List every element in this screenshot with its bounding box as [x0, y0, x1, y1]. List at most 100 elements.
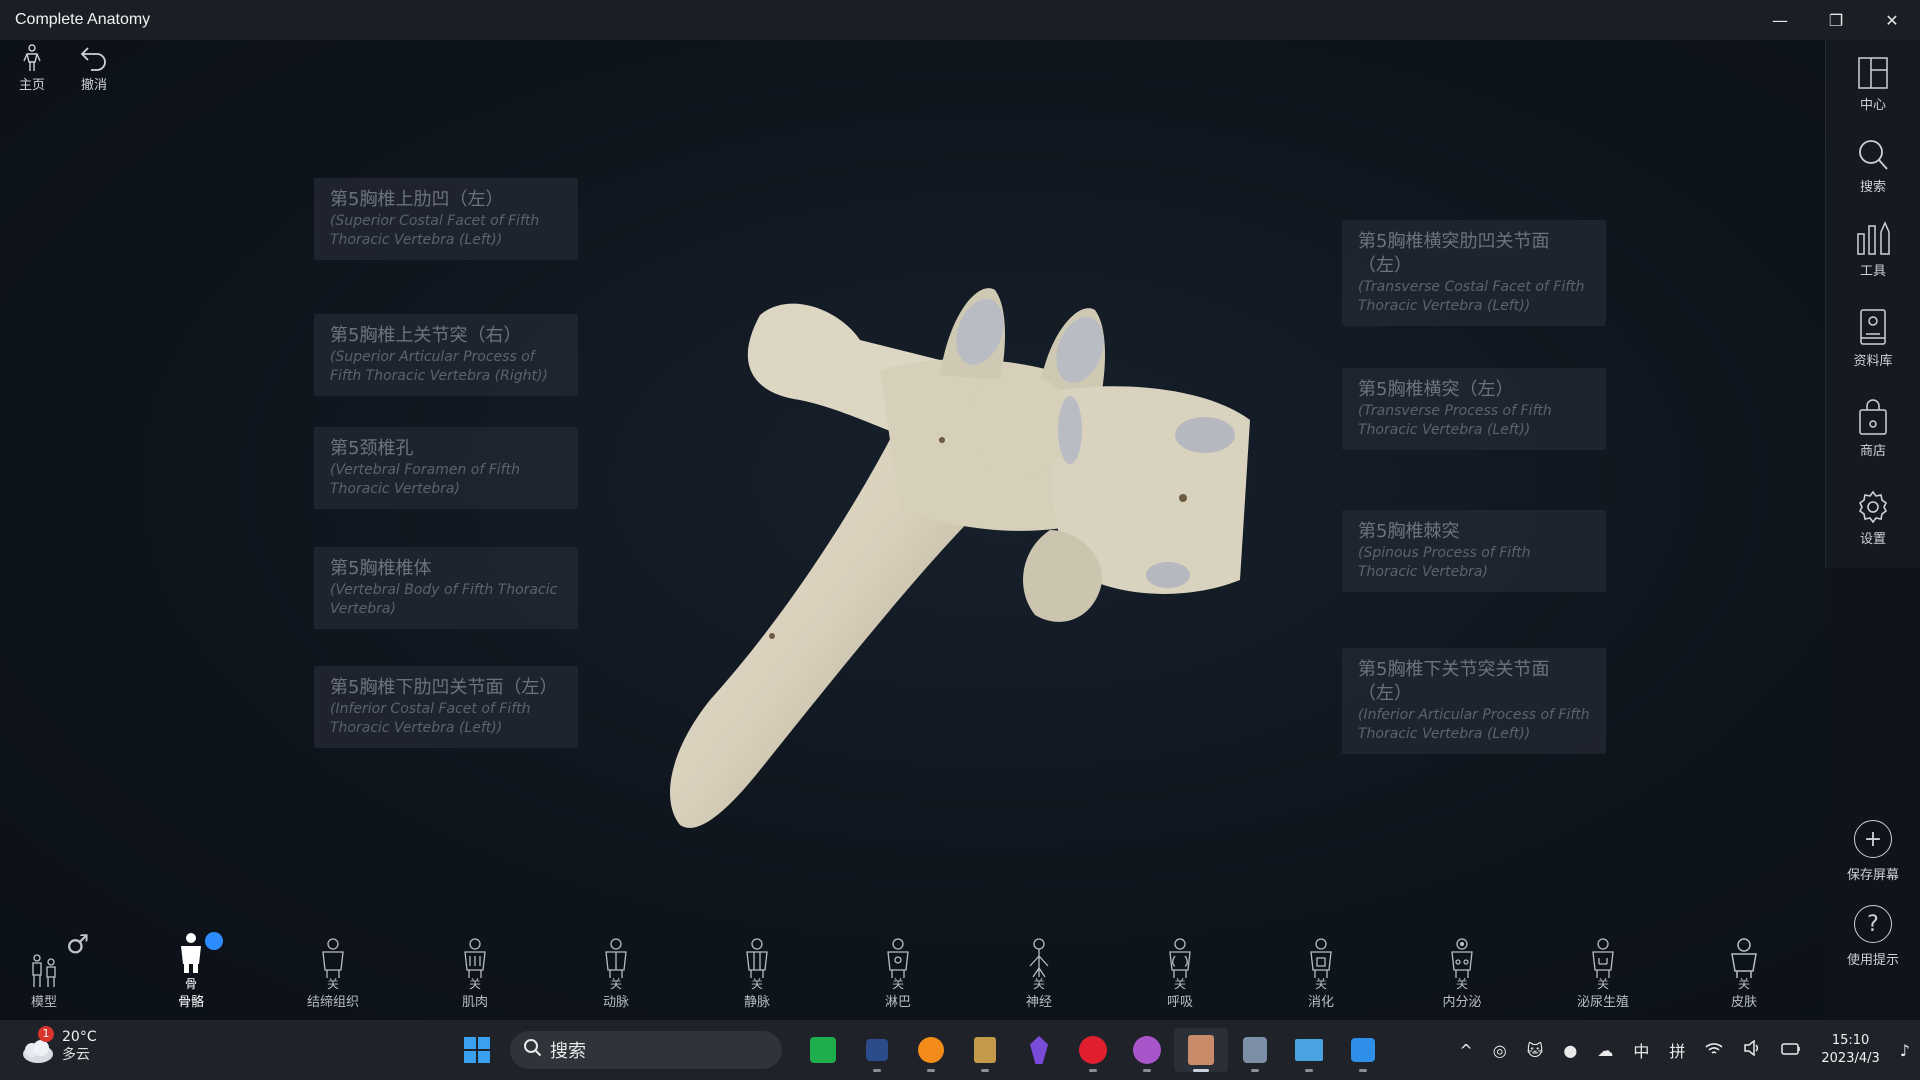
spreadsheet-app-icon[interactable]: [796, 1028, 850, 1072]
wifi-icon[interactable]: [1705, 1041, 1723, 1060]
league-app-icon[interactable]: [958, 1028, 1012, 1072]
g-app-icon[interactable]: [904, 1028, 958, 1072]
system-label: 消化: [1307, 995, 1334, 1010]
system-connective-tissue[interactable]: 关 结缔组织: [283, 938, 383, 1010]
muscles-icon: [464, 938, 486, 978]
store-button[interactable]: 商店: [1826, 398, 1920, 459]
human-figure-icon: [23, 44, 41, 71]
system-muscles[interactable]: 关 肌肉: [425, 938, 525, 1010]
complete-anatomy-app-icon[interactable]: [1174, 1028, 1228, 1072]
system-skin[interactable]: 关 皮肤: [1694, 938, 1794, 1010]
label-english: (Vertebral Body of Fifth Thoracic Verteb…: [330, 582, 558, 617]
ime-chinese-indicator[interactable]: 中: [1633, 1038, 1649, 1062]
top-left-toolbar: 主页 撤消: [12, 44, 114, 93]
structure-label-left-2[interactable]: 第5胸椎上关节突（右） (Superior Articular Process …: [314, 314, 578, 396]
penguin-tray-icon[interactable]: ●: [1563, 1041, 1577, 1060]
male-gender-icon[interactable]: ♂: [66, 930, 89, 960]
library-button[interactable]: 资料库: [1826, 308, 1920, 369]
chevron-up-icon[interactable]: ^: [1459, 1041, 1472, 1060]
system-tray: ^ ◎ 🐱 ● ☁ 中 拼 15:10 2023/4/3 ♪: [1449, 1020, 1920, 1080]
start-button[interactable]: [450, 1028, 504, 1072]
volume-icon[interactable]: [1743, 1039, 1761, 1060]
label-chinese: 第5胸椎上关节突（右）: [330, 325, 522, 346]
tools-button[interactable]: 工具: [1826, 220, 1920, 279]
store-label: 商店: [1859, 444, 1886, 459]
digestive-icon: [1310, 938, 1332, 978]
game-app-icon[interactable]: [850, 1028, 904, 1072]
store-icon: [1859, 399, 1887, 435]
undo-button[interactable]: 撤消: [74, 44, 114, 93]
system-label: 骨骼: [177, 995, 204, 1010]
system-digestive[interactable]: 关 消化: [1271, 938, 1371, 1010]
search-label: 搜索: [1859, 180, 1886, 195]
structure-label-right-4[interactable]: 第5胸椎下关节突关节面（左） (Inferior Articular Proce…: [1342, 648, 1606, 754]
system-label: 皮肤: [1730, 995, 1757, 1010]
system-nerves[interactable]: 关 神经: [989, 938, 1089, 1010]
system-selector-bar: 模型 ♂ 骨 骨骼 关 结缔组织 关 肌肉 关 动脉 关 静脉 关 淋巴 关 神…: [0, 920, 1826, 1020]
home-button[interactable]: 主页: [12, 44, 52, 93]
notification-bell-icon[interactable]: ♪: [1900, 1041, 1910, 1060]
settings-app-icon[interactable]: [1228, 1028, 1282, 1072]
taskbar-apps: 搜索: [450, 1028, 1390, 1072]
title-bar: Complete Anatomy — ❐ ✕: [0, 0, 1920, 40]
tray-app-icon[interactable]: ◎: [1493, 1041, 1507, 1060]
windows-taskbar: 1 20°C 多云 搜索 ^ ◎ 🐱 ● ☁ 中 拼 15:10 2023/4/…: [0, 1020, 1920, 1080]
blue-app-icon[interactable]: [1336, 1028, 1390, 1072]
close-button[interactable]: ✕: [1864, 0, 1920, 40]
system-endocrine[interactable]: 关 内分泌: [1412, 938, 1512, 1010]
label-chinese: 第5颈椎孔: [330, 438, 414, 459]
cat-tray-icon[interactable]: 🐱: [1527, 1041, 1544, 1060]
crystal-app-icon[interactable]: [1012, 1028, 1066, 1072]
structure-label-left-1[interactable]: 第5胸椎上肋凹（左） (Superior Costal Facet of Fif…: [314, 178, 578, 260]
structure-label-right-1[interactable]: 第5胸椎横突肋凹关节面（左） (Transverse Costal Facet …: [1342, 220, 1606, 326]
minimize-button[interactable]: —: [1752, 0, 1808, 40]
structure-label-right-3[interactable]: 第5胸椎棘突 (Spinous Process of Fifth Thoraci…: [1342, 510, 1606, 592]
label-english: (Transverse Process of Fifth Thoracic Ve…: [1358, 403, 1552, 438]
structure-label-right-2[interactable]: 第5胸椎横突（左） (Transverse Process of Fifth T…: [1342, 368, 1606, 450]
structure-label-left-5[interactable]: 第5胸椎下肋凹关节面（左） (Inferior Costal Facet of …: [314, 666, 578, 748]
connective-tissue-icon: [322, 938, 344, 978]
purple-app-icon[interactable]: [1120, 1028, 1174, 1072]
model-label: 模型: [30, 995, 57, 1010]
system-label: 神经: [1025, 995, 1052, 1010]
nerves-icon: [1029, 938, 1049, 978]
cloud-tray-icon[interactable]: ☁: [1597, 1041, 1613, 1060]
system-sub-label: 关: [1314, 977, 1327, 991]
search-button[interactable]: 搜索: [1826, 138, 1920, 195]
netease-music-icon[interactable]: [1066, 1028, 1120, 1072]
notification-badge: 1: [38, 1026, 54, 1042]
taskbar-search[interactable]: 搜索: [510, 1031, 782, 1069]
structure-label-left-3[interactable]: 第5颈椎孔 (Vertebral Foramen of Fifth Thorac…: [314, 427, 578, 509]
vertebra-3d-model[interactable]: [650, 270, 1310, 840]
search-placeholder: 搜索: [550, 1041, 586, 1062]
system-veins[interactable]: 关 静脉: [707, 938, 807, 1010]
system-urogenital[interactable]: 关 泌尿生殖: [1553, 938, 1653, 1010]
system-arteries[interactable]: 关 动脉: [566, 938, 666, 1010]
ime-pinyin-indicator[interactable]: 拼: [1669, 1038, 1685, 1062]
center-label: 中心: [1859, 98, 1886, 113]
clock[interactable]: 15:10 2023/4/3: [1821, 1032, 1879, 1068]
veins-icon: [746, 938, 768, 978]
urogenital-icon: [1592, 938, 1614, 978]
system-lymph[interactable]: 关 淋巴: [848, 938, 948, 1010]
system-label: 呼吸: [1166, 995, 1193, 1010]
sync-badge-icon: [205, 932, 223, 950]
system-respiratory[interactable]: 关 呼吸: [1130, 938, 1230, 1010]
label-chinese: 第5胸椎棘突: [1358, 521, 1460, 542]
minimize-icon: —: [1772, 10, 1788, 30]
label-chinese: 第5胸椎下关节突关节面（左）: [1358, 659, 1550, 704]
system-sub-label: 骨: [184, 977, 197, 991]
center-button[interactable]: 中心: [1826, 56, 1920, 113]
restore-button[interactable]: ❐: [1808, 0, 1864, 40]
help-button[interactable]: ? 使用提示: [1826, 905, 1920, 968]
monitor-app-icon[interactable]: [1282, 1028, 1336, 1072]
system-label: 肌肉: [461, 995, 488, 1010]
battery-icon[interactable]: [1781, 1041, 1801, 1060]
label-english: (Inferior Articular Process of Fifth Tho…: [1358, 707, 1590, 742]
settings-button[interactable]: 设置: [1826, 490, 1920, 547]
save-screen-button[interactable]: + 保存屏幕: [1826, 820, 1920, 883]
system-skeleton[interactable]: 骨 骨骼: [141, 932, 241, 1010]
weather-widget[interactable]: 1 20°C 多云: [20, 1026, 97, 1066]
structure-label-left-4[interactable]: 第5胸椎椎体 (Vertebral Body of Fifth Thoracic…: [314, 547, 578, 629]
right-panel: 中心 搜索 工具 资料库 商店 设置: [1825, 40, 1920, 568]
